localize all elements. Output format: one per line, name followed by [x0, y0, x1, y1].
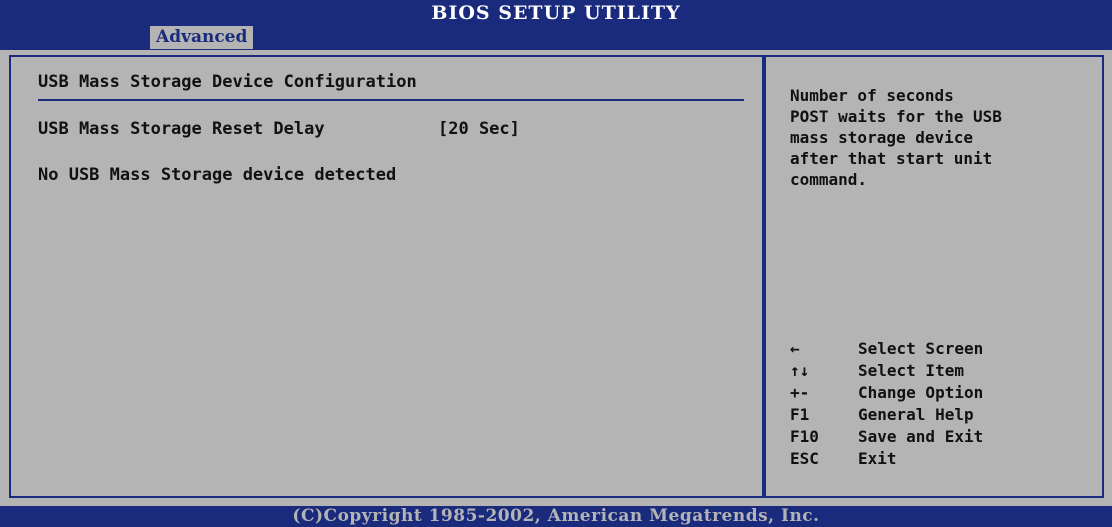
key-desc: Exit	[858, 449, 897, 468]
arrow-left-icon: ←	[790, 339, 800, 358]
status-text: No USB Mass Storage device detected	[38, 165, 397, 185]
key-label: ESC	[790, 449, 819, 468]
setting-label: USB Mass Storage Reset Delay	[38, 119, 325, 139]
key-row-change-option: +- Change Option	[790, 382, 1090, 404]
section-title: USB Mass Storage Device Configuration	[38, 72, 417, 92]
help-line: POST waits for the USB	[790, 107, 1002, 126]
key-desc: Change Option	[858, 383, 984, 402]
key-legend: ← Select Screen ↑↓ Select Item +- Change…	[790, 338, 1090, 470]
help-line: command.	[790, 170, 868, 189]
copyright-footer: (C)Copyright 1985-2002, American Megatre…	[0, 506, 1112, 527]
help-line: mass storage device	[790, 128, 974, 147]
key-label: F1	[790, 405, 810, 424]
key-label: F10	[790, 427, 819, 446]
tab-advanced[interactable]: Advanced	[150, 26, 254, 49]
key-row-select-screen: ← Select Screen	[790, 338, 1090, 360]
setting-value[interactable]: [20 Sec]	[438, 119, 520, 139]
help-line: Number of seconds	[790, 86, 954, 105]
key-desc: Select Item	[858, 361, 964, 380]
key-desc: Select Screen	[858, 339, 984, 358]
key-desc: General Help	[858, 405, 974, 424]
bios-title: BIOS SETUP UTILITY	[431, 2, 681, 24]
key-row-select-item: ↑↓ Select Item	[790, 360, 1090, 382]
key-label: +-	[790, 383, 810, 402]
top-bar: BIOS SETUP UTILITY Advanced	[0, 0, 1112, 50]
section-rule	[38, 99, 744, 101]
arrow-up-down-icon: ↑↓	[790, 361, 810, 380]
key-row-exit: ESC Exit	[790, 448, 1090, 470]
key-row-general-help: F1 General Help	[790, 404, 1090, 426]
panel-divider	[762, 55, 766, 498]
key-desc: Save and Exit	[858, 427, 984, 446]
key-row-save-exit: F10 Save and Exit	[790, 426, 1090, 448]
help-line: after that start unit	[790, 149, 993, 168]
help-panel: Number of seconds POST waits for the USB…	[790, 85, 1090, 190]
